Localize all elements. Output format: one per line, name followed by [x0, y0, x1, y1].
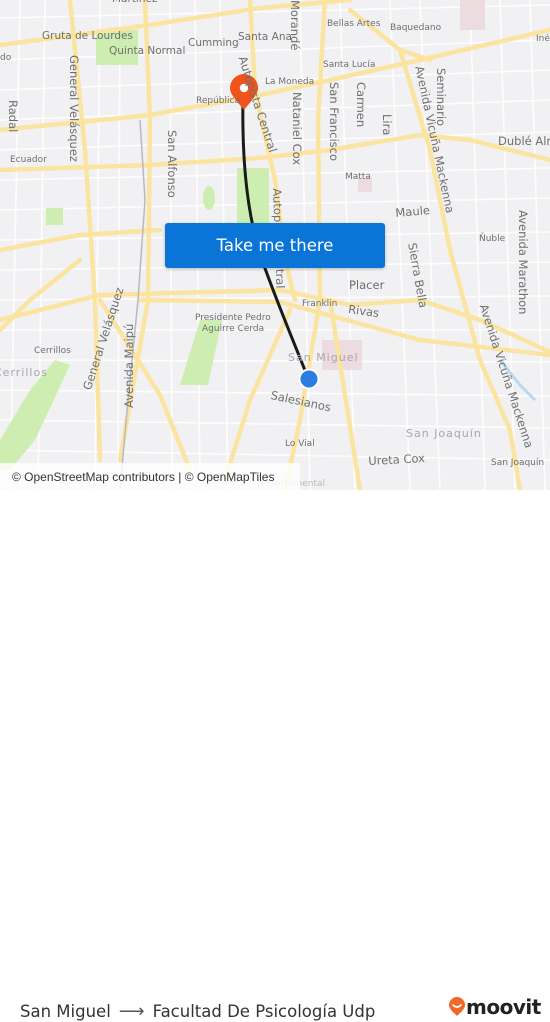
map-label-place: do	[0, 53, 12, 63]
map-label-place: San Joaquín	[491, 458, 545, 468]
map-label-district: Cerrillos	[0, 366, 48, 379]
map-attribution[interactable]: © OpenStreetMap contributors | © OpenMap…	[0, 463, 300, 490]
map-label-street: Nataniel Cox	[290, 92, 304, 166]
map-label-park: Quinta Normal	[109, 45, 186, 57]
map-label-district: Aguirre Cerda	[202, 324, 265, 334]
map-label-place: Gruta de Lourdes	[42, 30, 133, 42]
map-label-street: General Velásquez	[67, 55, 81, 162]
map-label-street: Carmen	[354, 82, 368, 128]
park-small	[46, 208, 63, 225]
attribution-text[interactable]: © OpenStreetMap contributors | © OpenMap…	[12, 470, 274, 484]
map-label-place: La Moneda	[265, 77, 315, 87]
map-label-street: Seminario	[434, 68, 448, 127]
footer-bar: San Miguel ⟶ Facultad De Psicología Udp …	[0, 490, 550, 1022]
map-label-place: Franklin	[302, 299, 338, 309]
map-label-street: Morandé	[288, 0, 302, 51]
map-label-place: Santa Lucía	[323, 60, 376, 70]
moovit-logo[interactable]: moovit	[448, 995, 541, 1019]
map-label-district: San Miguel	[288, 351, 359, 364]
map-label-place: Baquedano	[390, 23, 442, 33]
map-label-street: Lira	[380, 114, 394, 136]
origin-location-dot[interactable]	[300, 370, 318, 388]
moovit-pin-icon	[449, 997, 465, 1016]
map-label-street: Avenida Maipú	[122, 323, 136, 408]
park-pond	[203, 186, 215, 210]
map-label-street: Martínez	[112, 0, 157, 5]
map-label-place: Santa Ana	[238, 31, 292, 43]
map-label-place: Matta	[345, 172, 371, 182]
route-title: San Miguel ⟶ Facultad De Psicología Udp	[20, 1001, 375, 1022]
map-label-street: Avenida Marathon	[516, 210, 530, 315]
map-label-street: San Francisco	[327, 82, 341, 162]
map-label-street: Radal	[6, 100, 20, 133]
map-label-place: Cerrillos	[34, 346, 71, 356]
map-label-street: Maule	[394, 202, 431, 220]
route-destination: Facultad De Psicología Udp	[152, 1002, 376, 1021]
take-me-there-button[interactable]: Take me there	[165, 223, 385, 268]
map-label-street: Placer	[349, 278, 385, 292]
arrow-right-icon: ⟶	[118, 1001, 145, 1022]
map-label-street: Dublé Almeyda	[498, 134, 550, 148]
moovit-wordmark: moovit	[466, 995, 541, 1019]
map-label-district: Presidente Pedro	[195, 313, 271, 323]
map-label-street: Ureta Cox	[367, 451, 426, 468]
map-label-place: Inés	[536, 34, 550, 44]
map-label-district: San Joaquín	[406, 427, 482, 440]
map-label-place: Cumming	[188, 37, 239, 49]
map-label-place: Lo Vial	[285, 439, 315, 449]
map-label-place: Ñuble	[479, 234, 506, 244]
map-label-street: San Alfonso	[165, 130, 179, 198]
map-view[interactable]: Martínez Gruta de Lourdes Quinta Normal …	[0, 0, 550, 490]
map-label-place: República	[196, 96, 240, 106]
map-label-place: Bellas Artes	[327, 19, 381, 29]
route-origin: San Miguel	[20, 1002, 111, 1021]
map-label-place: Ecuador	[10, 155, 47, 165]
